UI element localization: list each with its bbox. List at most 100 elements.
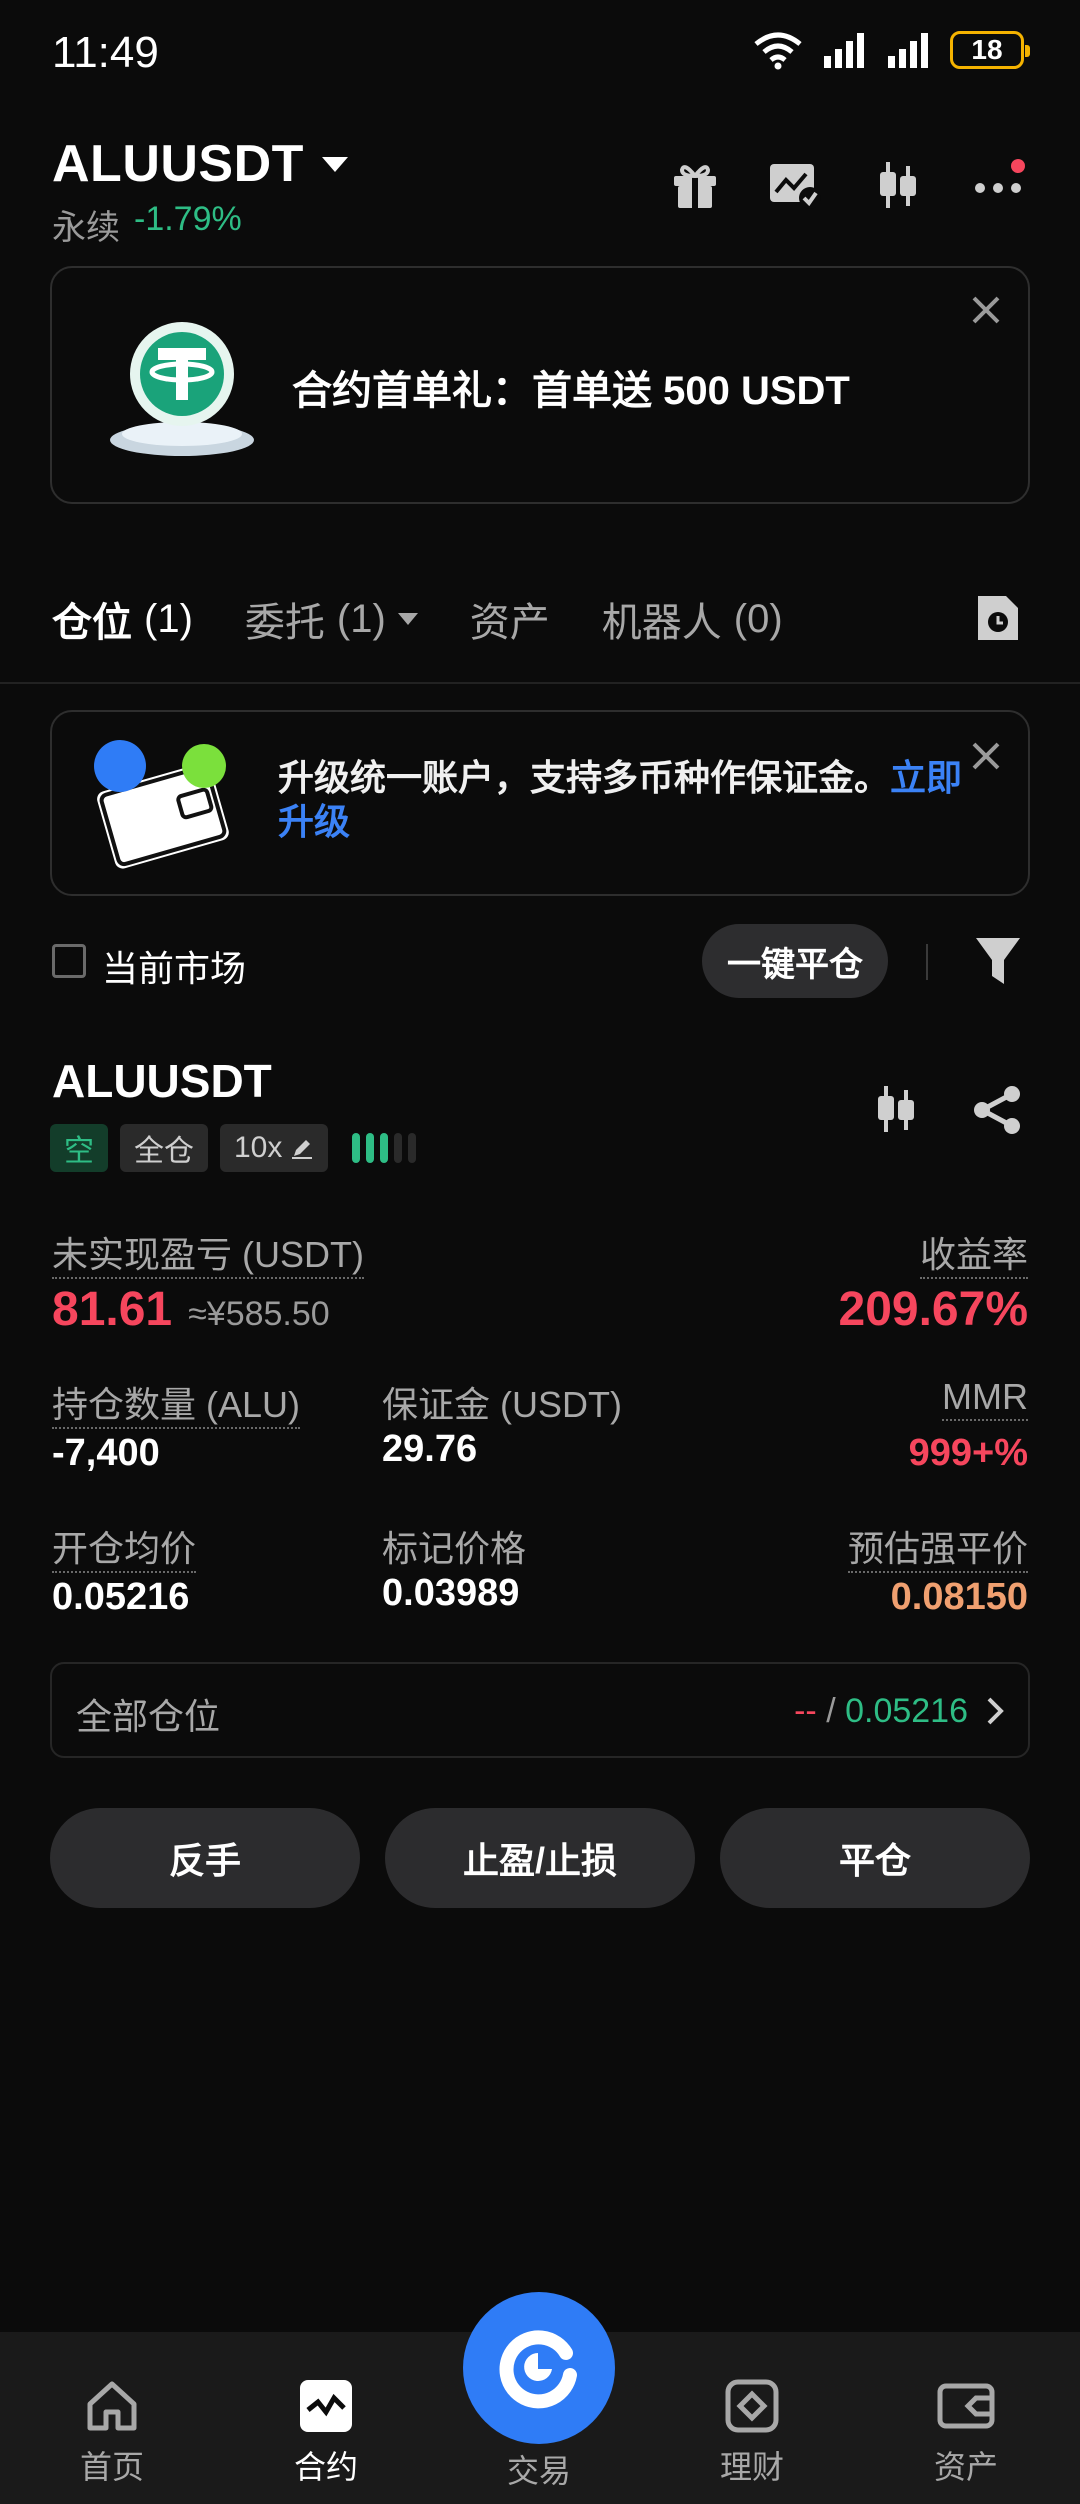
nav-futures[interactable]: 合约: [266, 2378, 386, 2488]
nav-earn[interactable]: 理财: [692, 2378, 812, 2488]
wifi-icon: [754, 32, 802, 70]
history-icon[interactable]: [974, 592, 1022, 644]
margin-mode-badge: 全仓: [120, 1124, 208, 1172]
all-positions-label: 全部仓位: [76, 1696, 221, 1737]
pair-title: ALUUSDT: [52, 135, 304, 193]
status-icons: 18: [752, 30, 1030, 70]
position-tabs: 仓位 (1) 委托 (1) 资产 机器人 (0): [52, 590, 783, 648]
nav-label: 合约: [293, 2449, 358, 2485]
current-market-label: 当前市场: [102, 948, 247, 989]
trade-logo-icon: [499, 2330, 577, 2409]
tp-sl-button[interactable]: 止盈/止损: [385, 1808, 695, 1908]
nav-home[interactable]: 首页: [52, 2378, 172, 2488]
risk-level-indicator: [352, 1133, 417, 1163]
close-all-button[interactable]: 一键平仓: [702, 924, 888, 998]
risk-bar: [394, 1133, 403, 1163]
leverage-badge[interactable]: 10x: [220, 1124, 329, 1172]
risk-bar: [408, 1133, 417, 1163]
tab-positions[interactable]: 仓位 (1): [52, 590, 193, 648]
tab-divider: [0, 682, 1080, 684]
price-change: -1.79%: [134, 200, 242, 238]
mark-price-value: 0.03989: [382, 1572, 520, 1614]
tab-orders[interactable]: 委托 (1): [245, 590, 418, 648]
mmr-value: 999+%: [908, 1432, 1028, 1474]
contract-type: 永续: [52, 209, 120, 247]
margin-value: 29.76: [382, 1428, 478, 1470]
nav-label: 首页: [79, 2449, 144, 2485]
leverage-value: 10x: [234, 1131, 283, 1164]
all-positions-separator: /: [816, 1692, 846, 1730]
more-icon[interactable]: [972, 158, 1026, 212]
candlestick-icon[interactable]: [870, 1084, 920, 1134]
all-positions-value: -- / 0.05216: [794, 1692, 968, 1731]
earn-icon: [725, 2379, 779, 2433]
gift-icon[interactable]: [668, 158, 722, 212]
unrealized-pnl-cny: ≈¥585.50: [188, 1295, 330, 1333]
close-icon[interactable]: [970, 294, 1002, 326]
close-position-button[interactable]: 平仓: [720, 1808, 1030, 1908]
filter-divider: [926, 944, 928, 980]
all-positions-dash: --: [794, 1692, 817, 1730]
tab-count: (1): [336, 596, 386, 641]
pair-selector[interactable]: ALUUSDT: [52, 134, 348, 194]
close-icon[interactable]: [970, 740, 1002, 772]
candlestick-icon[interactable]: [870, 158, 924, 212]
status-time: 11:49: [52, 28, 159, 77]
share-icon[interactable]: [972, 1084, 1024, 1136]
chevron-down-icon: [397, 613, 418, 625]
edit-icon: [292, 1140, 313, 1159]
entry-price-label[interactable]: 开仓均价: [52, 1528, 197, 1573]
mark-price-label: 标记价格: [382, 1528, 527, 1569]
chevron-right-icon: [987, 1697, 1004, 1725]
home-icon: [87, 2381, 137, 2431]
nav-label: 资产: [933, 2449, 998, 2485]
reverse-button[interactable]: 反手: [50, 1808, 360, 1908]
tab-assets[interactable]: 资产: [470, 590, 550, 648]
wallet-icon: [937, 2383, 995, 2429]
nav-label: 交易: [506, 2453, 571, 2489]
tab-label: 委托: [244, 601, 325, 645]
filter-icon[interactable]: [974, 934, 1022, 988]
roe-label[interactable]: 收益率: [919, 1234, 1028, 1279]
tab-label: 仓位: [52, 601, 132, 645]
liq-price-value: 0.08150: [890, 1576, 1028, 1618]
trade-button[interactable]: [463, 2292, 615, 2444]
nav-trade-label[interactable]: 交易: [479, 2446, 599, 2492]
liq-price-label[interactable]: 预估强平价: [847, 1528, 1028, 1573]
pair-subtitle: 永续 -1.79%: [52, 200, 242, 249]
all-positions-price: 0.05216: [845, 1692, 968, 1730]
tab-count: (1): [144, 596, 193, 641]
promo-banner[interactable]: 合约首单礼：首单送 500 USDT: [50, 266, 1030, 504]
unrealized-pnl: 81.61 ≈¥585.50: [52, 1282, 330, 1337]
battery-indicator: 18: [950, 31, 1030, 69]
tab-count: (0): [733, 596, 783, 641]
unrealized-pnl-value: 81.61: [52, 1283, 173, 1336]
all-positions-row[interactable]: 全部仓位 -- / 0.05216: [50, 1662, 1030, 1758]
signal-icon-2: [888, 33, 928, 68]
nav-assets[interactable]: 资产: [906, 2378, 1026, 2488]
upgrade-banner[interactable]: 升级统一账户，支持多币种作保证金。立即升级: [50, 710, 1030, 896]
position-size-label[interactable]: 持仓数量 (ALU): [52, 1384, 301, 1429]
usdt-coin-icon: [110, 322, 254, 456]
tab-label: 资产: [469, 601, 550, 645]
margin-label: 保证金 (USDT): [382, 1384, 622, 1425]
chevron-down-icon: [321, 156, 348, 172]
position-tags: 空 全仓 10x: [50, 1124, 417, 1172]
upgrade-message: 升级统一账户，支持多币种作保证金。: [278, 757, 891, 798]
nav-label: 理财: [719, 2449, 784, 2485]
promo-text: 合约首单礼：首单送 500 USDT: [292, 369, 850, 413]
mmr-label[interactable]: MMR: [942, 1376, 1028, 1421]
tab-bots[interactable]: 机器人 (0): [602, 590, 783, 648]
risk-bar: [380, 1133, 389, 1163]
current-market-checkbox[interactable]: [52, 944, 86, 978]
side-badge: 空: [50, 1124, 108, 1172]
tab-label: 机器人: [601, 601, 722, 645]
position-size-value: -7,400: [52, 1432, 160, 1474]
wallet-illustration-icon: [94, 740, 229, 869]
unrealized-pnl-label[interactable]: 未实现盈亏 (USDT): [52, 1234, 364, 1279]
position-symbol[interactable]: ALUUSDT: [52, 1054, 272, 1108]
chart-settings-icon[interactable]: [768, 158, 822, 212]
roe-value: 209.67%: [838, 1283, 1029, 1336]
upgrade-text: 升级统一账户，支持多币种作保证金。立即升级: [278, 756, 978, 844]
signal-icon: [824, 33, 864, 68]
